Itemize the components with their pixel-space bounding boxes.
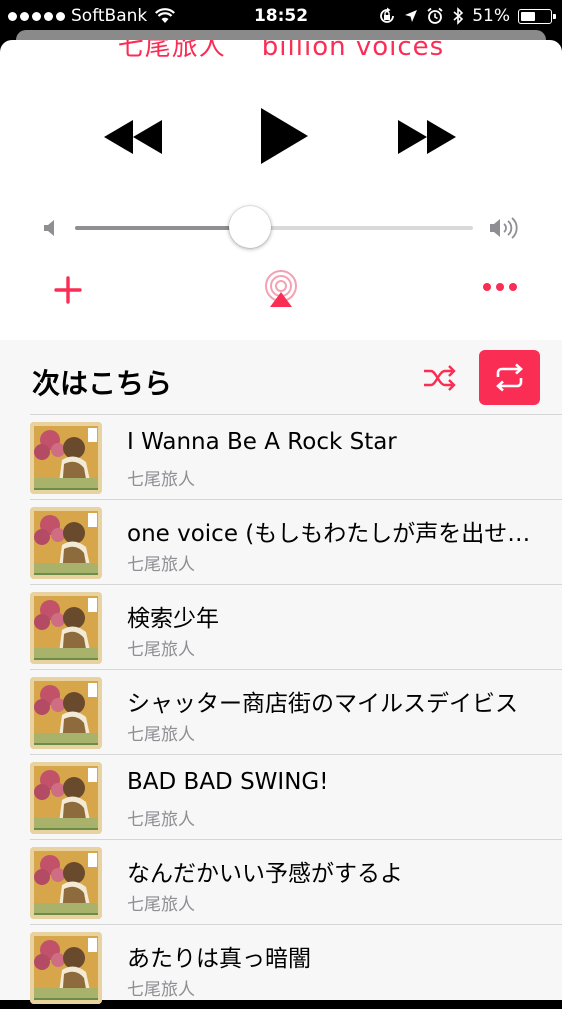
now-playing-artist-fragment: 七尾旅人 bbox=[117, 40, 226, 62]
rotation-lock-icon bbox=[380, 7, 395, 23]
play-icon[interactable] bbox=[258, 108, 310, 164]
track-title: シャッター商店街のマイルスデイビス bbox=[127, 691, 518, 717]
location-icon bbox=[405, 10, 418, 22]
album-art bbox=[30, 932, 102, 1004]
status-bar: SoftBank 18:52 51% bbox=[0, 0, 562, 34]
transport-controls bbox=[0, 108, 562, 168]
player-actions bbox=[0, 266, 562, 316]
track-row[interactable]: あたりは真っ暗闇 七尾旅人 bbox=[30, 924, 562, 1009]
track-artist: 七尾旅人 bbox=[127, 725, 195, 745]
repeat-icon bbox=[496, 363, 523, 392]
battery-percent: 51% bbox=[472, 6, 510, 26]
track-title: 検索少年 bbox=[127, 606, 219, 632]
track-title: あたりは真っ暗闇 bbox=[127, 946, 311, 972]
alarm-icon bbox=[427, 7, 443, 24]
album-art bbox=[30, 762, 102, 834]
more-options-icon[interactable] bbox=[482, 282, 518, 292]
now-playing-song-fragment: billion voices bbox=[261, 40, 445, 62]
track-title: なんだかいい予感がするよ bbox=[127, 861, 403, 887]
track-row[interactable]: one voice (もしもわたしが声を出せたら) 七尾旅人 bbox=[30, 499, 562, 584]
airplay-icon[interactable] bbox=[262, 270, 300, 308]
track-row[interactable]: BAD BAD SWING! 七尾旅人 bbox=[30, 754, 562, 839]
track-title: BAD BAD SWING! bbox=[127, 769, 329, 795]
up-next-list: I Wanna Be A Rock Star 七尾旅人 one voice (も… bbox=[0, 414, 562, 1009]
track-artist: 七尾旅人 bbox=[127, 810, 195, 830]
up-next-section: 次はこちら I Wanna Be A Rock Star 七尾旅人 one vo… bbox=[0, 340, 562, 1004]
album-art bbox=[30, 592, 102, 664]
volume-knob[interactable] bbox=[229, 206, 272, 248]
album-art bbox=[30, 507, 102, 579]
album-art bbox=[30, 422, 102, 494]
album-art bbox=[30, 677, 102, 749]
track-artist: 七尾旅人 bbox=[127, 555, 195, 575]
up-next-title: 次はこちら bbox=[32, 367, 173, 400]
now-playing-panel: 七尾旅人 billion voices bbox=[0, 40, 562, 340]
track-row[interactable]: なんだかいい予感がするよ 七尾旅人 bbox=[30, 839, 562, 924]
add-icon[interactable] bbox=[54, 276, 82, 304]
repeat-button[interactable] bbox=[479, 350, 540, 405]
track-row[interactable]: 検索少年 七尾旅人 bbox=[30, 584, 562, 669]
battery-fill bbox=[521, 11, 535, 21]
up-next-header: 次はこちら bbox=[0, 340, 562, 416]
track-artist: 七尾旅人 bbox=[127, 640, 195, 660]
track-artist: 七尾旅人 bbox=[127, 980, 195, 1000]
bluetooth-icon bbox=[453, 7, 464, 25]
now-playing-title: 七尾旅人 billion voices bbox=[0, 40, 562, 63]
volume-slider[interactable] bbox=[0, 206, 562, 250]
track-row[interactable]: I Wanna Be A Rock Star 七尾旅人 bbox=[30, 414, 562, 499]
album-art bbox=[30, 847, 102, 919]
track-artist: 七尾旅人 bbox=[127, 895, 195, 915]
track-artist: 七尾旅人 bbox=[127, 470, 195, 490]
volume-track-fill bbox=[75, 226, 251, 230]
shuffle-icon[interactable] bbox=[422, 364, 456, 392]
track-row[interactable]: シャッター商店街のマイルスデイビス 七尾旅人 bbox=[30, 669, 562, 754]
volume-min-icon bbox=[44, 220, 54, 236]
fast-forward-icon[interactable] bbox=[398, 120, 456, 154]
status-right: 51% bbox=[378, 6, 556, 26]
track-title: one voice (もしもわたしが声を出せたら) bbox=[127, 521, 550, 547]
volume-max-icon bbox=[490, 217, 518, 239]
battery-icon bbox=[518, 8, 556, 24]
rewind-icon[interactable] bbox=[104, 120, 162, 154]
track-title: I Wanna Be A Rock Star bbox=[127, 429, 397, 455]
